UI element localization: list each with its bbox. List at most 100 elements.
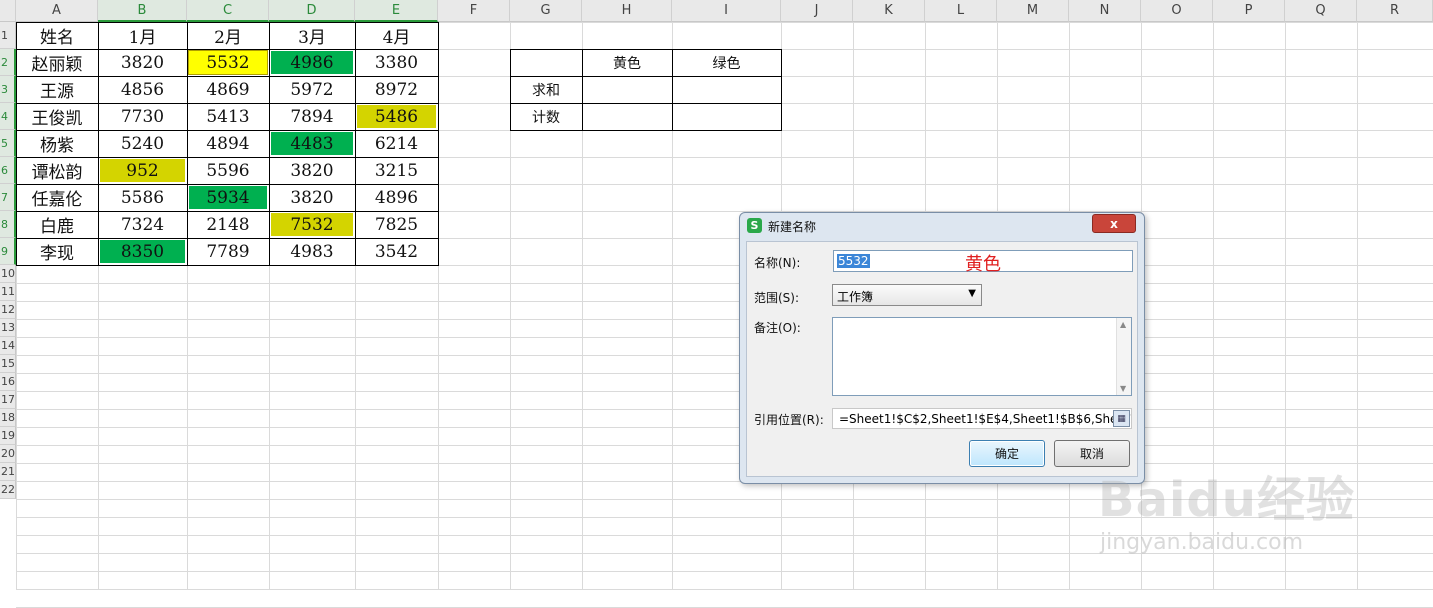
row-header-12[interactable]: 12 — [0, 301, 16, 319]
value-cell[interactable]: 7825 — [355, 211, 438, 238]
close-button[interactable]: x — [1092, 214, 1136, 233]
comment-textarea[interactable]: ▲ ▼ — [832, 317, 1132, 396]
header-cell[interactable]: 3月 — [269, 22, 355, 49]
summary-cell[interactable] — [582, 103, 672, 130]
column-header-h[interactable]: H — [582, 0, 672, 22]
column-header-j[interactable]: J — [781, 0, 853, 22]
name-cell[interactable]: 谭松韵 — [16, 157, 98, 184]
row-header-19[interactable]: 19 — [0, 427, 16, 445]
value-cell[interactable]: 5934 — [189, 186, 267, 209]
row-header-16[interactable]: 16 — [0, 373, 16, 391]
column-header-q[interactable]: Q — [1285, 0, 1357, 22]
name-cell[interactable]: 王俊凯 — [16, 103, 98, 130]
header-cell[interactable]: 4月 — [355, 22, 438, 49]
value-cell[interactable]: 7532 — [271, 213, 353, 236]
row-header-7[interactable]: 7 — [0, 184, 16, 211]
value-cell[interactable]: 4856 — [98, 76, 187, 103]
name-cell[interactable]: 王源 — [16, 76, 98, 103]
column-header-p[interactable]: P — [1213, 0, 1285, 22]
value-cell[interactable]: 4869 — [187, 76, 269, 103]
comment-scrollbar[interactable]: ▲ ▼ — [1116, 318, 1131, 395]
row-header-10[interactable]: 10 — [0, 265, 16, 283]
range-picker-icon[interactable]: ▦ — [1113, 410, 1130, 427]
header-cell[interactable]: 2月 — [187, 22, 269, 49]
column-header-r[interactable]: R — [1357, 0, 1433, 22]
column-header-c[interactable]: C — [187, 0, 269, 22]
row-header-5[interactable]: 5 — [0, 130, 16, 157]
value-cell[interactable]: 4896 — [355, 184, 438, 211]
row-header-3[interactable]: 3 — [0, 76, 16, 103]
value-cell[interactable]: 4983 — [269, 238, 355, 265]
header-cell[interactable]: 1月 — [98, 22, 187, 49]
row-header-1[interactable]: 1 — [0, 22, 16, 49]
reference-input[interactable]: =Sheet1!$C$2,Sheet1!$E$4,Sheet1!$B$6,She… — [832, 408, 1132, 429]
summary-cell[interactable]: 绿色 — [672, 49, 781, 76]
ok-button[interactable]: 确定 — [969, 440, 1045, 467]
name-cell[interactable]: 任嘉伦 — [16, 184, 98, 211]
name-cell[interactable]: 李现 — [16, 238, 98, 265]
value-cell[interactable]: 7730 — [98, 103, 187, 130]
scroll-up-icon[interactable]: ▲ — [1120, 320, 1126, 329]
column-header-m[interactable]: M — [997, 0, 1069, 22]
row-header-21[interactable]: 21 — [0, 463, 16, 481]
row-header-13[interactable]: 13 — [0, 319, 16, 337]
dialog-title-bar[interactable]: S 新建名称 x — [740, 213, 1144, 239]
row-header-9[interactable]: 9 — [0, 238, 16, 265]
row-header-20[interactable]: 20 — [0, 445, 16, 463]
scroll-down-icon[interactable]: ▼ — [1120, 384, 1126, 393]
column-header-l[interactable]: L — [925, 0, 997, 22]
value-cell[interactable]: 5596 — [187, 157, 269, 184]
row-header-14[interactable]: 14 — [0, 337, 16, 355]
value-cell[interactable]: 4894 — [187, 130, 269, 157]
row-header-18[interactable]: 18 — [0, 409, 16, 427]
column-header-f[interactable]: F — [438, 0, 510, 22]
row-header-17[interactable]: 17 — [0, 391, 16, 409]
row-header-22[interactable]: 22 — [0, 481, 16, 499]
value-cell[interactable]: 7894 — [269, 103, 355, 130]
summary-cell[interactable] — [672, 76, 781, 103]
row-header-11[interactable]: 11 — [0, 283, 16, 301]
summary-cell[interactable]: 计数 — [510, 103, 582, 130]
value-cell[interactable]: 2148 — [187, 211, 269, 238]
row-header-15[interactable]: 15 — [0, 355, 16, 373]
value-cell[interactable]: 4483 — [271, 132, 353, 155]
value-cell[interactable]: 7789 — [187, 238, 269, 265]
value-cell[interactable]: 952 — [100, 159, 185, 182]
column-header-d[interactable]: D — [269, 0, 355, 22]
summary-cell[interactable]: 求和 — [510, 76, 582, 103]
value-cell[interactable]: 5532 — [188, 50, 268, 75]
row-header-4[interactable]: 4 — [0, 103, 16, 130]
summary-cell[interactable] — [510, 49, 582, 76]
column-header-o[interactable]: O — [1141, 0, 1213, 22]
value-cell[interactable]: 8350 — [100, 240, 185, 263]
value-cell[interactable]: 3542 — [355, 238, 438, 265]
summary-cell[interactable] — [672, 103, 781, 130]
column-header-a[interactable]: A — [16, 0, 98, 22]
column-header-g[interactable]: G — [510, 0, 582, 22]
value-cell[interactable]: 4986 — [271, 51, 353, 74]
row-header-6[interactable]: 6 — [0, 157, 16, 184]
scope-select[interactable]: 工作簿 ▼ — [832, 284, 982, 306]
value-cell[interactable]: 5972 — [269, 76, 355, 103]
value-cell[interactable]: 3820 — [269, 184, 355, 211]
summary-cell[interactable]: 黄色 — [582, 49, 672, 76]
column-header-b[interactable]: B — [98, 0, 187, 22]
value-cell[interactable]: 5413 — [187, 103, 269, 130]
value-cell[interactable]: 6214 — [355, 130, 438, 157]
value-cell[interactable]: 3820 — [98, 49, 187, 76]
row-header-2[interactable]: 2 — [0, 49, 16, 76]
value-cell[interactable]: 3215 — [355, 157, 438, 184]
value-cell[interactable]: 8972 — [355, 76, 438, 103]
row-header-8[interactable]: 8 — [0, 211, 16, 238]
value-cell[interactable]: 3820 — [269, 157, 355, 184]
column-header-n[interactable]: N — [1069, 0, 1141, 22]
name-cell[interactable]: 赵丽颖 — [16, 49, 98, 76]
select-all-corner[interactable] — [0, 0, 16, 22]
value-cell[interactable]: 5486 — [357, 105, 436, 128]
value-cell[interactable]: 5240 — [98, 130, 187, 157]
value-cell[interactable]: 3380 — [355, 49, 438, 76]
name-cell[interactable]: 白鹿 — [16, 211, 98, 238]
header-cell[interactable]: 姓名 — [16, 22, 98, 49]
value-cell[interactable]: 5586 — [98, 184, 187, 211]
column-header-k[interactable]: K — [853, 0, 925, 22]
